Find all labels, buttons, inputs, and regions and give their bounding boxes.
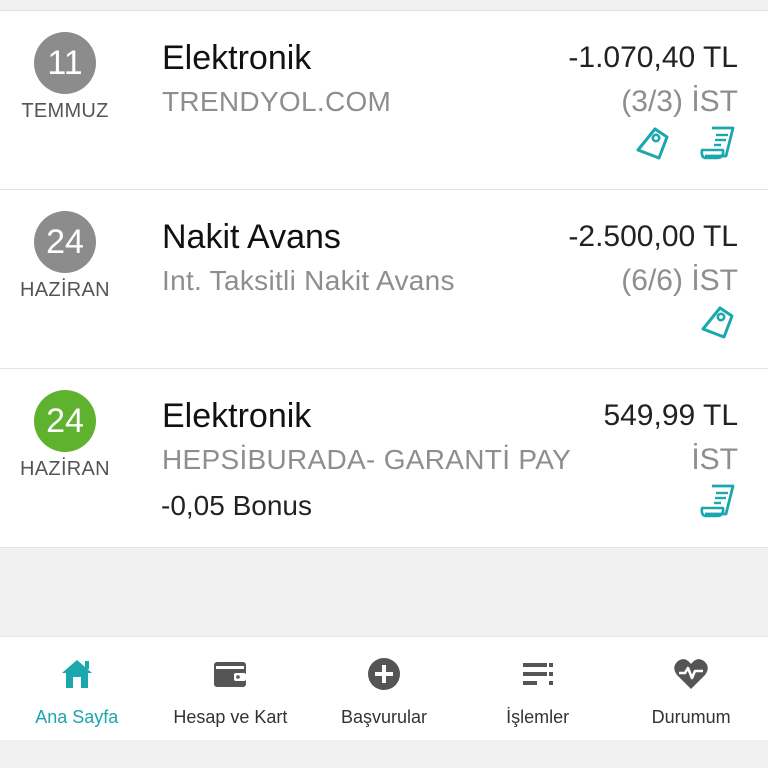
date-badge: 24 HAZİRAN [14, 390, 116, 481]
nav-label: Ana Sayfa [35, 707, 119, 727]
day-circle: 24 [34, 211, 96, 273]
transaction-amount: -2.500,00 TL [568, 220, 738, 253]
nav-label: Hesap ve Kart [173, 707, 288, 727]
plus-circle-icon [307, 657, 461, 691]
installment-info: (6/6) İST [621, 264, 738, 297]
installment-info: İST [691, 443, 738, 476]
transaction-merchant: Int. Taksitli Nakit Avans [162, 265, 455, 296]
transaction-amount: 549,99 TL [603, 399, 738, 432]
nav-label: İşlemler [506, 707, 570, 727]
transaction-title: Nakit Avans [162, 218, 341, 256]
top-strip [0, 0, 768, 11]
month-label: HAZİRAN [20, 458, 110, 480]
tag-icon[interactable] [698, 303, 738, 343]
nav-item-status[interactable]: Durumum [614, 637, 768, 741]
date-badge: 11 TEMMUZ [14, 32, 116, 123]
bottom-nav: Ana Sayfa Hesap ve Kart Başvurular İşlem… [0, 636, 768, 741]
bottom-strip [0, 740, 768, 768]
nav-label: Başvurular [340, 707, 427, 727]
transaction-item[interactable]: 24 HAZİRAN Nakit Avans Int. Taksitli Nak… [0, 190, 768, 369]
nav-item-home[interactable]: Ana Sayfa [0, 637, 154, 741]
tag-icon[interactable] [633, 124, 673, 164]
transaction-item[interactable]: 24 HAZİRAN Elektronik HEPSİBURADA- GARAN… [0, 369, 768, 548]
transaction-item[interactable]: 11 TEMMUZ Elektronik TRENDYOL.COM -1.070… [0, 11, 768, 190]
transaction-merchant: HEPSİBURADA- GARANTİ PAY [162, 444, 572, 475]
day-circle: 11 [34, 32, 96, 94]
transaction-icons [698, 482, 738, 522]
receipt-icon[interactable] [698, 482, 738, 522]
nav-item-accounts[interactable]: Hesap ve Kart [154, 637, 308, 741]
transaction-icons [698, 303, 738, 343]
nav-item-applications[interactable]: Başvurular [307, 637, 461, 741]
bonus-amount: -0,05 Bonus [161, 490, 312, 521]
transaction-amount: -1.070,40 TL [568, 41, 738, 74]
wallet-icon [154, 657, 308, 691]
transaction-merchant: TRENDYOL.COM [162, 86, 392, 117]
transaction-icons [633, 124, 738, 164]
transaction-title: Elektronik [162, 39, 312, 77]
list-icon [461, 657, 615, 691]
nav-label: Durumum [651, 707, 731, 727]
home-icon [0, 657, 154, 691]
heart-pulse-icon [614, 657, 768, 691]
date-badge: 24 HAZİRAN [14, 211, 116, 302]
month-label: HAZİRAN [20, 279, 110, 301]
receipt-icon[interactable] [698, 124, 738, 164]
month-label: TEMMUZ [21, 100, 109, 122]
transaction-title: Elektronik [162, 397, 312, 435]
day-circle: 24 [34, 390, 96, 452]
nav-item-transactions[interactable]: İşlemler [461, 637, 615, 741]
installment-info: (3/3) İST [621, 85, 738, 118]
transaction-list: 11 TEMMUZ Elektronik TRENDYOL.COM -1.070… [0, 11, 768, 548]
